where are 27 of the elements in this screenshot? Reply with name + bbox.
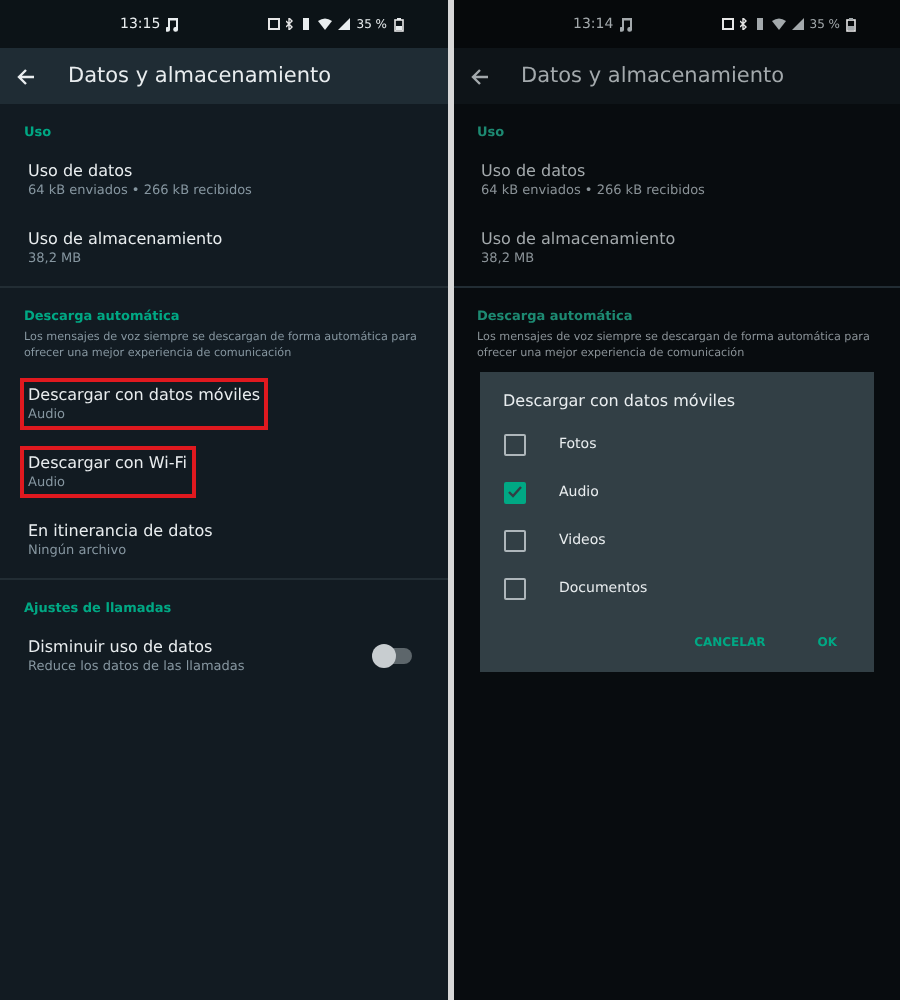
setting-title[interactable]: Uso de datos (28, 160, 252, 182)
bluetooth-icon (286, 18, 295, 30)
signal-icon (338, 18, 351, 30)
screen-title: Datos y almacenamiento (521, 64, 785, 88)
setting-title[interactable]: Descargar con Wi-Fi (28, 452, 188, 474)
checkbox[interactable] (503, 481, 525, 503)
wifi-icon (771, 18, 786, 30)
battery-icon (846, 17, 856, 31)
checkbox[interactable] (503, 577, 525, 599)
bluetooth-icon (739, 18, 748, 30)
setting-title[interactable]: Disminuir uso de datos (28, 636, 245, 658)
setting-title[interactable]: Uso de almacenamiento (481, 228, 676, 250)
music-note-icon (619, 16, 634, 32)
setting-title[interactable]: Uso de datos (481, 160, 705, 182)
signal-icon (791, 18, 804, 30)
back-arrow-icon[interactable] (469, 67, 489, 85)
dialog-title: Descargar con datos móviles (503, 392, 738, 410)
setting-title[interactable]: Descargar con datos móviles (28, 384, 261, 406)
setting-title[interactable]: Uso de almacenamiento (28, 228, 223, 250)
checkbox[interactable] (503, 529, 525, 551)
wifi-icon (318, 18, 333, 30)
screen-title: Datos y almacenamiento (68, 64, 332, 88)
setting-title[interactable]: En itinerancia de datos (28, 520, 213, 542)
checkbox[interactable] (503, 433, 525, 455)
toggle-switch[interactable] (375, 648, 411, 664)
battery-icon (393, 17, 403, 31)
music-note-icon (166, 16, 181, 32)
